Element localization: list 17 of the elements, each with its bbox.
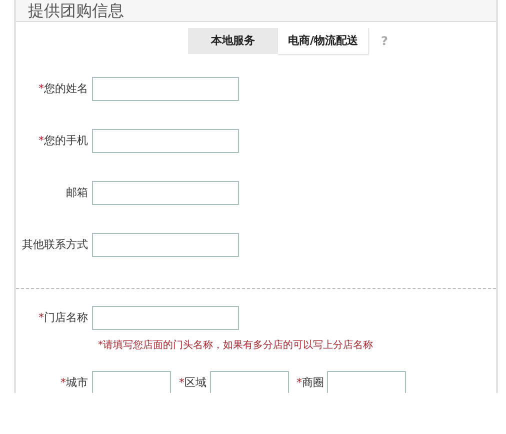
input-field[interactable] — [92, 129, 239, 153]
tab[interactable]: 本地服务 — [188, 28, 278, 54]
field-label: 其他联系方式 — [21, 236, 89, 253]
field-label: *区域 — [178, 375, 208, 391]
field-label: *您的姓名 — [38, 80, 89, 97]
field-label: *您的手机 — [38, 132, 89, 149]
tab[interactable]: 电商/物流配送 — [278, 28, 369, 54]
field-label: *城市 — [60, 375, 89, 391]
input-field[interactable] — [92, 233, 239, 257]
input-field[interactable] — [92, 306, 239, 330]
field-label: 邮箱 — [65, 184, 89, 201]
field-label: *门店名称 — [38, 310, 89, 326]
input-field[interactable] — [92, 181, 239, 205]
page-title: 提供团购信息 — [28, 0, 124, 21]
input-field[interactable] — [92, 77, 239, 101]
hint-text: *请填写您店面的门头名称，如果有多分店的可以写上分店名称 — [98, 338, 374, 353]
field-label: *商圈 — [296, 375, 325, 391]
